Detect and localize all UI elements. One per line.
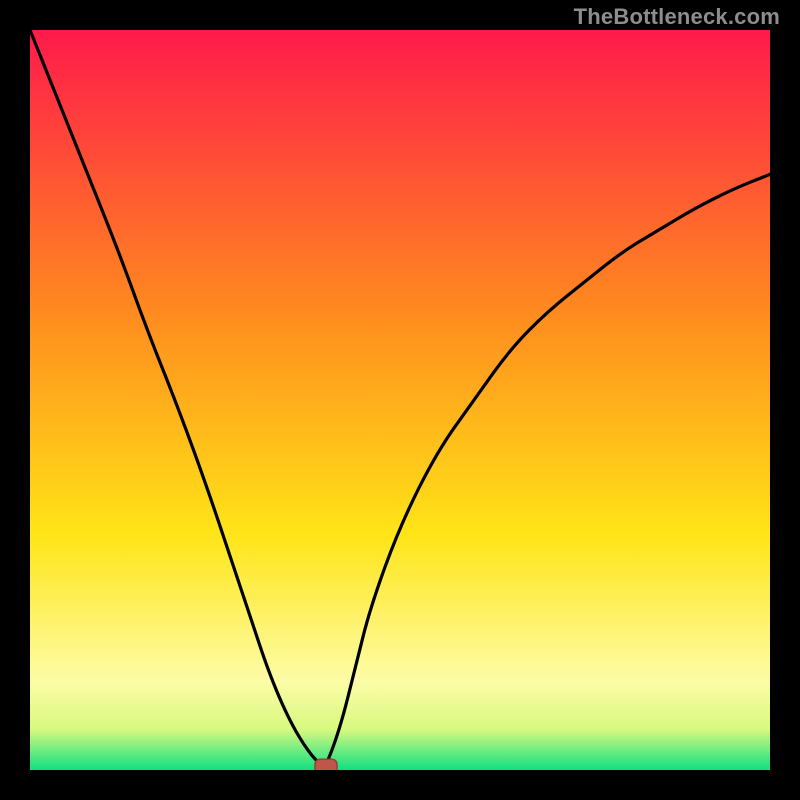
chart-frame: TheBottleneck.com bbox=[0, 0, 800, 800]
optimum-marker bbox=[315, 759, 337, 770]
chart-svg bbox=[30, 30, 770, 770]
plot-area bbox=[30, 30, 770, 770]
gradient-background bbox=[30, 30, 770, 770]
watermark-text: TheBottleneck.com bbox=[574, 4, 780, 30]
